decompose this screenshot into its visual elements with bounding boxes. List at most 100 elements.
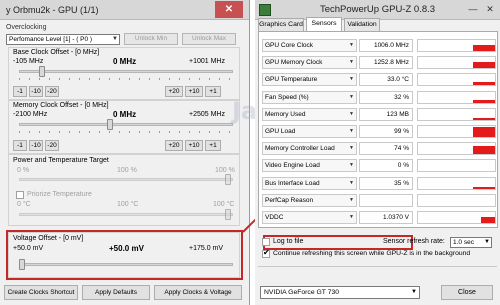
sensor-graph: [417, 142, 496, 156]
log-to-file-checkbox[interactable]: [262, 238, 270, 246]
sensor-value: 99 %: [359, 125, 413, 138]
sensor-value: 1006.0 MHz: [359, 39, 413, 52]
overclocking-label: Overclocking: [6, 24, 47, 31]
temp-target-max: 100 °C: [213, 201, 235, 208]
apply-clocks-voltage-button[interactable]: Apply Clocks & Voltage: [154, 285, 242, 300]
continue-refresh-label: Continue refreshing this screen while GP…: [273, 250, 471, 257]
tab-graphics-card[interactable]: Graphics Card: [258, 18, 304, 32]
power-target-value: 100 %: [117, 167, 137, 174]
chevron-down-icon: ▼: [349, 128, 354, 134]
memory-clock-slider-track[interactable]: [19, 123, 233, 126]
sensor-row: GPU Core Clock ▼ 1006.0 MHz: [262, 39, 496, 52]
chevron-down-icon: ▼: [349, 196, 354, 203]
temp-target-slider-thumb[interactable]: [225, 209, 231, 220]
base-clock-slider-thumb[interactable]: [39, 66, 45, 77]
base-step-minus-10[interactable]: -10: [29, 86, 43, 97]
base-step-plus-20[interactable]: +20: [165, 86, 183, 97]
power-target-slider-track[interactable]: [19, 178, 233, 181]
gpu-select[interactable]: NVIDIA GeForce GT 730 ▼: [260, 286, 420, 299]
close-button[interactable]: Close: [441, 285, 493, 300]
gpuz-window-title: TechPowerUp GPU-Z 0.8.3: [319, 4, 436, 15]
sensor-row: Memory Controller Load ▼ 74 %: [262, 142, 496, 156]
sensor-label-text: PerfCap Reason: [265, 196, 314, 204]
refresh-rate-label: Sensor refresh rate:: [383, 238, 445, 245]
base-clock-slider-track[interactable]: [19, 70, 233, 73]
base-step-minus-1[interactable]: -1: [13, 86, 27, 97]
sensor-row: Video Engine Load ▼ 0 %: [262, 159, 496, 173]
power-temperature-section: Power and Temperature Target 0 % 100 % 1…: [8, 154, 240, 226]
memory-clock-slider-thumb[interactable]: [107, 119, 113, 130]
base-step-plus-1[interactable]: +1: [205, 86, 221, 97]
sensor-value: 123 MB: [359, 107, 413, 121]
prioritize-temperature-checkbox[interactable]: [16, 191, 24, 199]
apply-defaults-button[interactable]: Apply Defaults: [82, 285, 150, 300]
chevron-down-icon: ▼: [349, 93, 354, 100]
sensor-label[interactable]: GPU Load ▼: [262, 125, 357, 138]
sensor-label[interactable]: VDDC ▼: [262, 211, 357, 224]
memory-step-minus-20[interactable]: -20: [45, 140, 59, 151]
sensor-value: 1252.8 MHz: [359, 56, 413, 70]
base-clock-section: Base Clock Offset - [0 MHz] -105 MHz 0 M…: [8, 47, 240, 100]
sensor-label[interactable]: Bus Interface Load ▼: [262, 176, 357, 190]
chevron-down-icon: ▼: [411, 289, 417, 295]
tab-validation[interactable]: Validation: [344, 18, 380, 32]
memory-step-plus-20[interactable]: +20: [165, 140, 183, 151]
sensor-label[interactable]: Video Engine Load ▼: [262, 159, 357, 173]
minimize-icon[interactable]: —: [466, 2, 480, 16]
sensor-label[interactable]: PerfCap Reason ▼: [262, 193, 357, 207]
base-step-minus-20[interactable]: -20: [45, 86, 59, 97]
temp-target-value: 100 °C: [117, 201, 139, 208]
power-temp-title: Power and Temperature Target: [13, 157, 109, 164]
refresh-rate-value: 1.0 sec: [453, 239, 474, 246]
sensor-label-text: Memory Controller Load: [265, 145, 335, 153]
sensor-label[interactable]: GPU Memory Clock ▼: [262, 56, 357, 70]
sensor-row: PerfCap Reason ▼: [262, 193, 496, 207]
chevron-down-icon: ▼: [112, 36, 118, 42]
temp-target-min: 0 °C: [17, 201, 31, 208]
sensor-label-text: GPU Memory Clock: [265, 59, 323, 67]
left-close-button[interactable]: ✕: [215, 1, 243, 18]
chevron-down-icon: ▼: [349, 214, 354, 220]
gpuz-close-icon[interactable]: ✕: [483, 2, 497, 16]
sensor-graph: [417, 73, 496, 87]
sensor-label[interactable]: Fan Speed (%) ▼: [262, 90, 357, 104]
chevron-down-icon: ▼: [349, 179, 354, 186]
left-window-title: y Orbmu2k - GPU (1/1): [6, 5, 99, 15]
base-clock-max: +1001 MHz: [189, 58, 225, 65]
unlock-min-button[interactable]: Unlock Min: [124, 33, 178, 45]
power-target-slider-thumb[interactable]: [225, 174, 231, 185]
sensor-label-text: VDDC: [265, 214, 284, 221]
unlock-max-button[interactable]: Unlock Max: [182, 33, 236, 45]
gpu-select-value: NVIDIA GeForce GT 730: [264, 289, 340, 296]
left-titlebar: y Orbmu2k - GPU (1/1) ✕: [0, 0, 249, 20]
sensor-label[interactable]: GPU Core Clock ▼: [262, 39, 357, 52]
memory-step-plus-1[interactable]: +1: [205, 140, 221, 151]
divider: [258, 266, 497, 267]
temp-target-slider-track[interactable]: [19, 213, 233, 216]
refresh-rate-select[interactable]: 1.0 sec ▼: [450, 237, 492, 248]
sensor-value: 1.0370 V: [359, 211, 413, 224]
nvidia-inspector-window: y Orbmu2k - GPU (1/1) ✕ Overclocking Per…: [0, 0, 250, 305]
continue-refresh-checkbox[interactable]: ✔: [262, 248, 270, 258]
power-target-max: 100 %: [215, 167, 235, 174]
chevron-down-icon: ▼: [349, 76, 354, 83]
sensor-label[interactable]: GPU Temperature ▼: [262, 73, 357, 87]
chevron-down-icon: ▼: [349, 59, 354, 66]
memory-step-plus-10[interactable]: +10: [185, 140, 203, 151]
sensor-label[interactable]: Memory Controller Load ▼: [262, 142, 357, 156]
create-clocks-shortcut-button[interactable]: Create Clocks Shortcut: [4, 285, 78, 300]
base-clock-value: 0 MHz: [113, 57, 137, 66]
gpuz-titlebar: TechPowerUp GPU-Z 0.8.3 — ✕: [255, 0, 500, 20]
memory-step-minus-10[interactable]: -10: [29, 140, 43, 151]
sensor-row: Bus Interface Load ▼ 35 %: [262, 176, 496, 190]
memory-clock-max: +2505 MHz: [189, 111, 225, 118]
sensor-label[interactable]: Memory Used ▼: [262, 107, 357, 121]
performance-level-select[interactable]: Perfomance Level [1] - ( P0 ) ▼: [6, 34, 120, 45]
sensor-graph-bar: [473, 127, 495, 137]
sensor-row: Memory Used ▼ 123 MB: [262, 107, 496, 121]
tab-sensors[interactable]: Sensors: [306, 17, 342, 32]
base-step-plus-10[interactable]: +10: [185, 86, 203, 97]
sensor-graph-bar: [473, 62, 495, 69]
memory-step-minus-1[interactable]: -1: [13, 140, 27, 151]
chevron-down-icon: ▼: [484, 239, 490, 245]
